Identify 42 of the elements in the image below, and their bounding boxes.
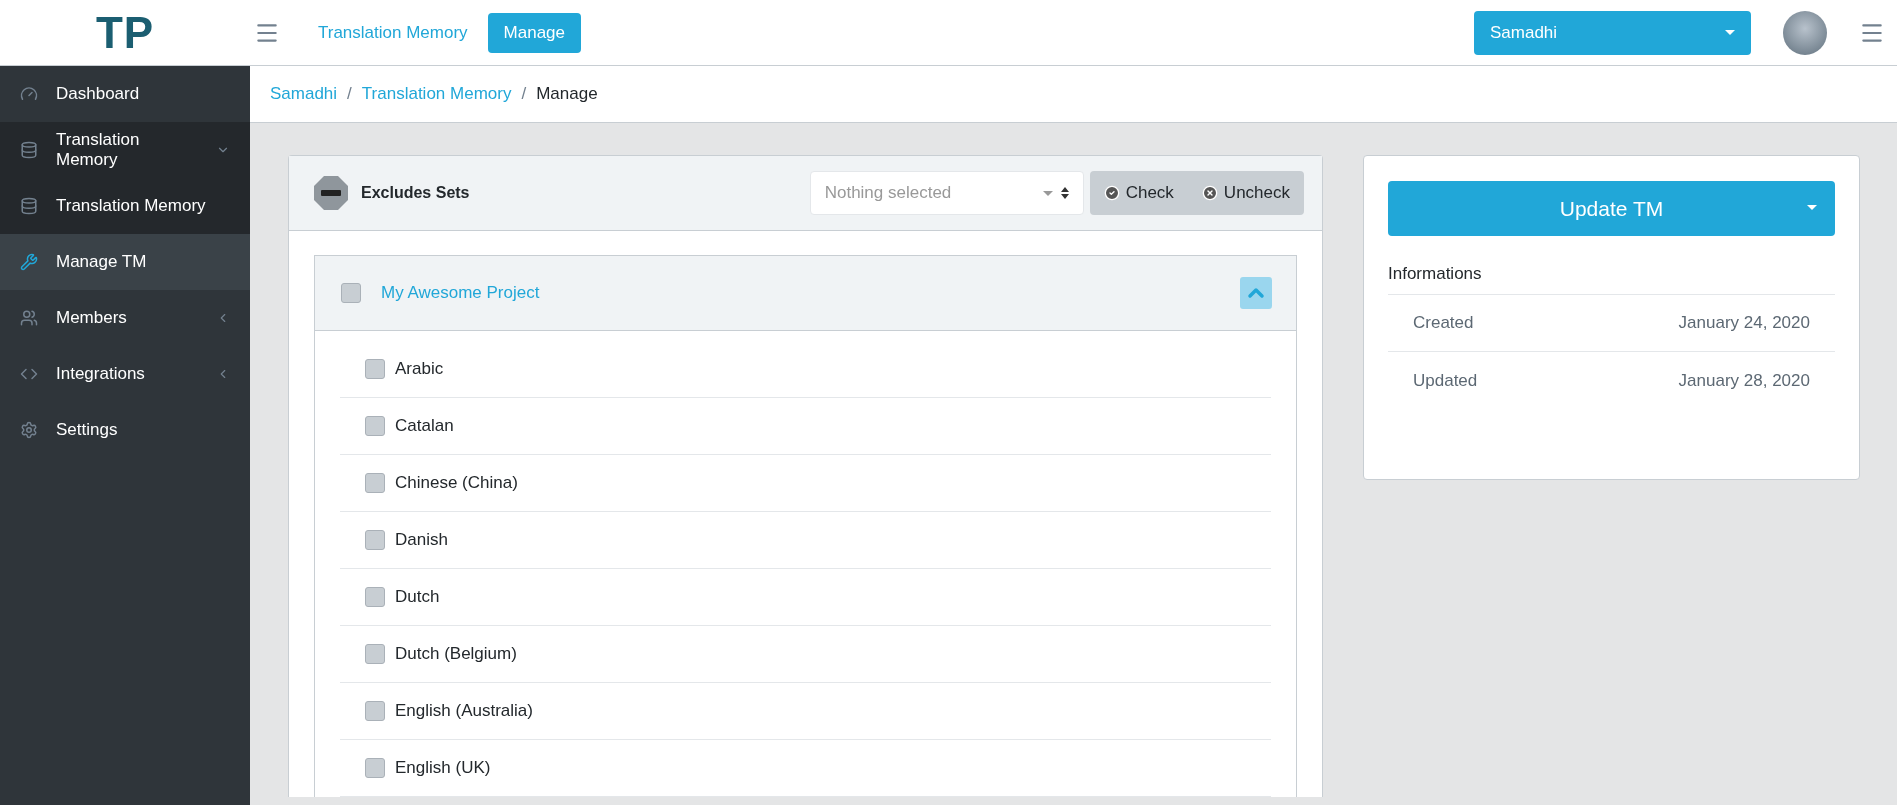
check-circle-icon bbox=[1103, 185, 1120, 201]
breadcrumb-text: Manage bbox=[536, 84, 598, 104]
avatar[interactable] bbox=[1783, 10, 1827, 55]
language-label: English (Australia) bbox=[395, 701, 533, 721]
language-label: English (UK) bbox=[395, 758, 491, 778]
info-value: January 28, 2020 bbox=[1678, 370, 1810, 391]
language-label: Dutch bbox=[395, 587, 440, 607]
breadcrumb-separator: / bbox=[521, 84, 527, 104]
sidebar-item[interactable]: Members bbox=[0, 290, 250, 346]
checkbox[interactable] bbox=[341, 283, 361, 303]
checkbox[interactable] bbox=[365, 359, 385, 379]
sidebar-item[interactable]: Settings bbox=[0, 402, 250, 458]
info-label: Updated bbox=[1413, 370, 1478, 391]
sidebar-item[interactable]: Integrations bbox=[0, 346, 250, 402]
checkbox[interactable] bbox=[365, 701, 385, 721]
info-label: Created bbox=[1413, 313, 1474, 333]
language-label: Catalan bbox=[395, 416, 454, 436]
minus-octagon-icon bbox=[313, 175, 349, 211]
collapse-button[interactable] bbox=[1240, 277, 1272, 309]
sidebar-item[interactable]: Dashboard bbox=[0, 66, 250, 122]
x-circle-icon bbox=[1201, 185, 1218, 201]
check-button[interactable]: Check bbox=[1089, 171, 1188, 215]
info-value: January 24, 2020 bbox=[1678, 313, 1810, 333]
checkbox[interactable] bbox=[365, 530, 385, 550]
sidebar-item[interactable]: Translation Memory bbox=[0, 122, 250, 178]
language-label: Arabic bbox=[395, 359, 444, 379]
sidebar-item[interactable]: Translation Memory bbox=[0, 178, 250, 234]
checkbox[interactable] bbox=[365, 416, 385, 436]
language-label: Danish bbox=[395, 530, 448, 550]
sort-icon bbox=[1060, 186, 1069, 200]
checkbox[interactable] bbox=[365, 587, 385, 607]
info-title: Informations bbox=[1388, 264, 1835, 295]
sidebar-item[interactable]: Manage TM bbox=[0, 234, 250, 290]
checkbox[interactable] bbox=[365, 473, 385, 493]
checkbox[interactable] bbox=[365, 758, 385, 778]
card-title: Excludes Sets bbox=[361, 184, 471, 202]
breadcrumb-separator: / bbox=[347, 84, 352, 104]
logo: TP bbox=[94, 7, 156, 58]
language-label: Dutch (Belgium) bbox=[395, 644, 517, 664]
checkbox[interactable] bbox=[365, 644, 385, 664]
uncheck-button[interactable]: Uncheck bbox=[1187, 171, 1304, 215]
language-label: Chinese (China) bbox=[395, 473, 518, 493]
